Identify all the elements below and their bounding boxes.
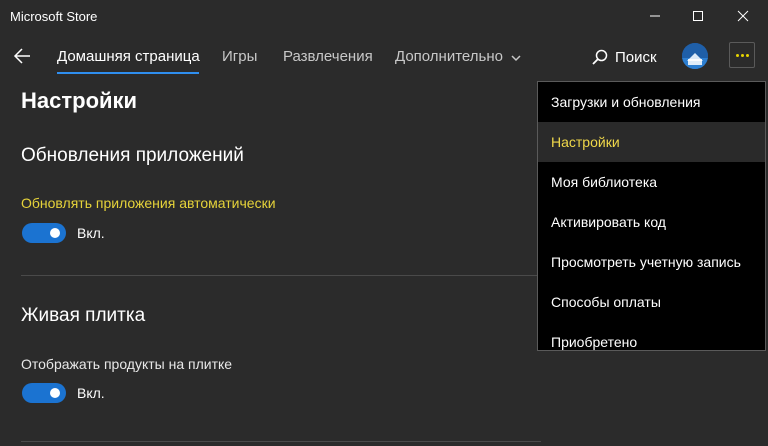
avatar[interactable] [682, 43, 708, 69]
auto-update-toggle[interactable] [22, 223, 66, 243]
auto-update-toggle-state: Вкл. [77, 225, 105, 241]
live-tile-toggle-state: Вкл. [77, 385, 105, 401]
auto-update-label: Обновлять приложения автоматически [21, 195, 276, 211]
chevron-down-icon[interactable] [510, 53, 522, 63]
more-options-button[interactable] [729, 42, 755, 68]
menu-item-payment-options[interactable]: Способы оплаты [538, 282, 765, 322]
menu-item-view-account[interactable]: Просмотреть учетную запись [538, 242, 765, 282]
app-title: Microsoft Store [10, 9, 98, 24]
search-icon [592, 49, 608, 65]
menu-item-library[interactable]: Моя библиотека [538, 162, 765, 202]
arrow-left-icon [13, 48, 30, 64]
page-title: Настройки [21, 88, 138, 113]
close-button[interactable] [721, 0, 765, 32]
tab-home[interactable]: Домашняя страница [57, 48, 200, 65]
menu-item-settings[interactable]: Настройки [538, 122, 765, 162]
tab-games[interactable]: Игры [222, 48, 257, 65]
active-tab-indicator [57, 72, 199, 74]
toggle-knob [50, 388, 60, 398]
section-title-app-updates: Обновления приложений [21, 145, 244, 166]
minimize-icon [650, 15, 660, 17]
section-title-live-tile: Живая плитка [21, 305, 146, 326]
more-dot-icon [745, 53, 749, 57]
live-tile-toggle[interactable] [22, 383, 66, 403]
title-bar: Microsoft Store [0, 0, 768, 32]
section-divider [21, 441, 541, 442]
nav-bar: Домашняя страница Игры Развлечения Допол… [0, 32, 768, 80]
maximize-icon [693, 11, 703, 21]
minimize-button[interactable] [633, 0, 677, 32]
user-avatar-icon [682, 43, 708, 69]
tab-more[interactable]: Дополнительно [395, 48, 503, 65]
more-dot-icon [735, 53, 739, 57]
more-dot-icon [740, 53, 744, 57]
more-options-menu: Загрузки и обновления Настройки Моя библ… [537, 81, 766, 351]
menu-item-redeem-code[interactable]: Активировать код [538, 202, 765, 242]
menu-item-purchased[interactable]: Приобретено [538, 322, 765, 350]
toggle-knob [50, 228, 60, 238]
close-icon [737, 10, 749, 22]
tab-entertainment[interactable]: Развлечения [283, 48, 373, 65]
menu-item-downloads[interactable]: Загрузки и обновления [538, 82, 765, 122]
store-window: Microsoft Store Домашняя страница Игры Р… [0, 0, 768, 446]
back-button[interactable] [8, 42, 36, 70]
search-label: Поиск [615, 48, 657, 66]
live-tile-label: Отображать продукты на плитке [21, 356, 233, 372]
maximize-button[interactable] [676, 0, 720, 32]
section-divider [21, 275, 541, 276]
search-button[interactable]: Поиск [591, 44, 657, 70]
